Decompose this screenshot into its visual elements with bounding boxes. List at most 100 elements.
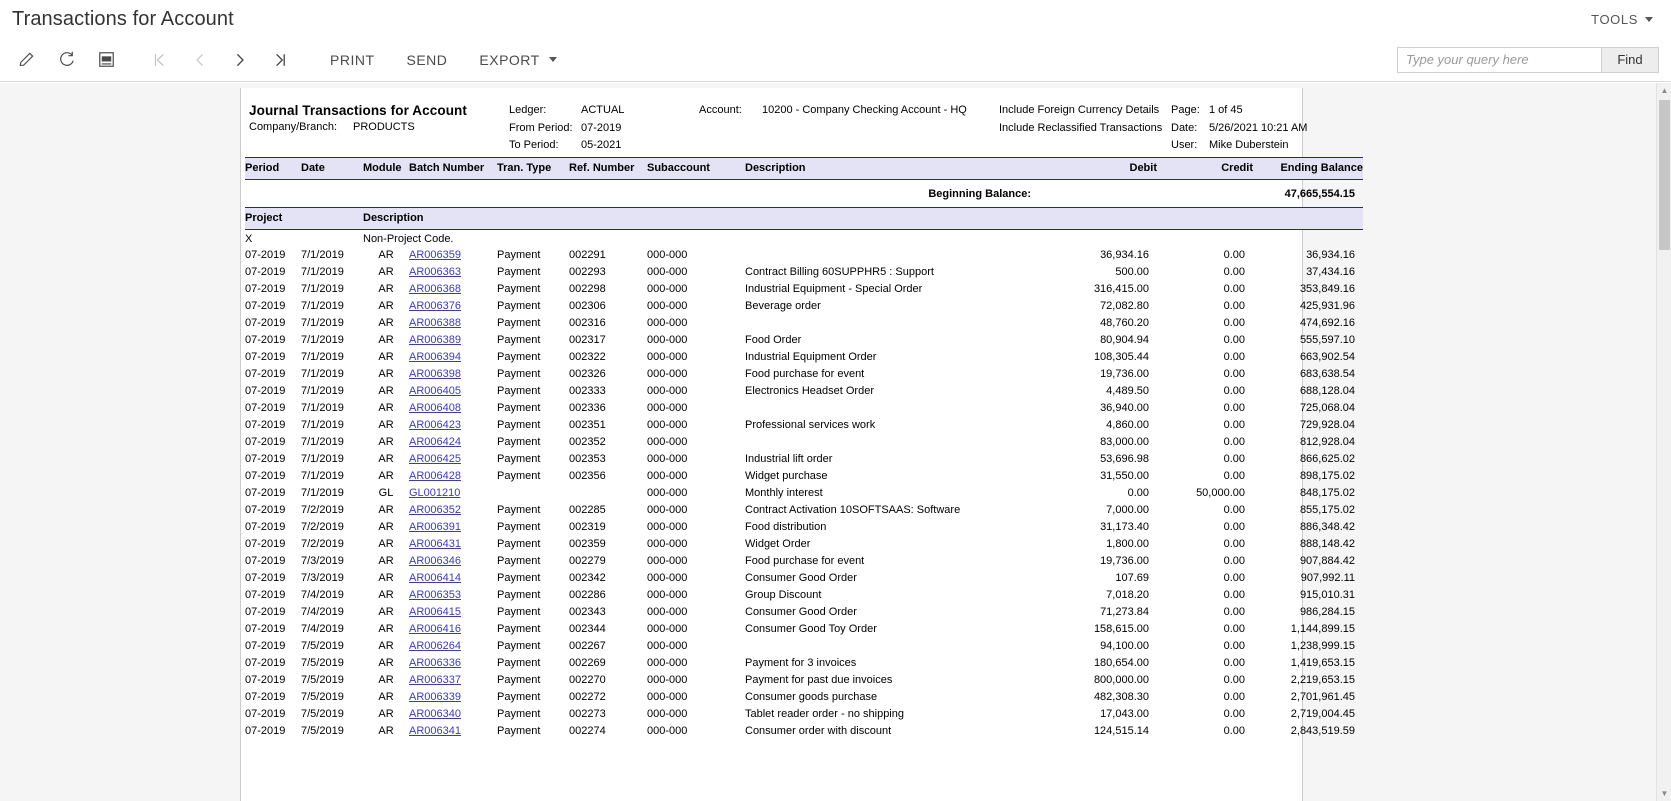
cell-ending: 907,884.42 bbox=[1299, 554, 1355, 567]
batch-number-link[interactable]: AR006424 bbox=[409, 436, 461, 448]
batch-number-link[interactable]: AR006415 bbox=[409, 606, 461, 618]
cell-date: 7/1/2019 bbox=[301, 334, 344, 347]
cell-date: 7/5/2019 bbox=[301, 639, 344, 652]
edit-pencil-icon[interactable] bbox=[6, 42, 46, 78]
cell-credit: 0.00 bbox=[1223, 639, 1245, 652]
cell-debit: 19,736.00 bbox=[1100, 554, 1149, 567]
previous-page-button[interactable] bbox=[180, 42, 220, 78]
cell-ending: 2,219,653.15 bbox=[1290, 673, 1355, 686]
cell-sub: 000-000 bbox=[647, 435, 688, 448]
cell-credit: 0.00 bbox=[1223, 317, 1245, 330]
cell-sub: 000-000 bbox=[647, 452, 688, 465]
cell-ref: 002326 bbox=[569, 367, 606, 380]
cell-ending: 36,934.16 bbox=[1306, 249, 1355, 262]
report-header-meta-block: Page: 1 of 45 Date: 5/26/2021 10:21 AM U… bbox=[1171, 102, 1307, 155]
batch-number-link[interactable]: AR006431 bbox=[409, 538, 461, 550]
batch-number-link[interactable]: AR006346 bbox=[409, 555, 461, 567]
send-button[interactable]: SEND bbox=[391, 42, 464, 78]
cell-tran: Payment bbox=[497, 537, 541, 550]
cell-tran: Payment bbox=[497, 266, 541, 279]
batch-number-link[interactable]: AR006376 bbox=[409, 300, 461, 312]
cell-ref: 002352 bbox=[569, 435, 606, 448]
user-value: Mike Duberstein bbox=[1209, 139, 1289, 151]
batch-number-link[interactable]: AR006264 bbox=[409, 640, 461, 652]
cell-ref: 002269 bbox=[569, 656, 606, 669]
batch-number-link[interactable]: AR006423 bbox=[409, 419, 461, 431]
batch-number-link[interactable]: AR006353 bbox=[409, 589, 461, 601]
batch-number-link[interactable]: AR006359 bbox=[409, 249, 461, 261]
cell-period: 07-2019 bbox=[245, 384, 286, 397]
cell-ending: 663,902.54 bbox=[1299, 351, 1355, 363]
cell-debit: 180,654.00 bbox=[1093, 656, 1149, 669]
project-col-header: Project bbox=[245, 211, 283, 224]
col-header-batch-number: Batch Number bbox=[409, 161, 485, 174]
table-row: 07-2019 7/5/2019 AR AR006264 Payment 002267 00… bbox=[245, 637, 1363, 654]
pdf-icon[interactable] bbox=[86, 42, 126, 78]
cell-date: 7/1/2019 bbox=[301, 418, 344, 431]
cell-sub: 000-000 bbox=[647, 571, 688, 584]
batch-number-link[interactable]: AR006388 bbox=[409, 317, 461, 329]
first-page-button[interactable] bbox=[140, 42, 180, 78]
batch-number-link[interactable]: AR006408 bbox=[409, 402, 461, 414]
next-page-button[interactable] bbox=[220, 42, 260, 78]
cell-period: 07-2019 bbox=[245, 334, 286, 347]
cell-debit: 124,515.14 bbox=[1093, 724, 1149, 737]
batch-number-link[interactable]: AR006337 bbox=[409, 674, 461, 686]
batch-number-link[interactable]: AR006336 bbox=[409, 657, 461, 669]
cell-debit: 4,860.00 bbox=[1106, 418, 1149, 431]
batch-number-link[interactable]: AR006428 bbox=[409, 470, 461, 482]
batch-number-link[interactable]: AR006363 bbox=[409, 266, 461, 278]
cell-module: AR bbox=[378, 639, 394, 652]
cell-ending: 688,128.04 bbox=[1299, 384, 1355, 397]
print-button[interactable]: PRINT bbox=[314, 42, 391, 78]
vertical-scrollbar[interactable]: ▲ ▼ bbox=[1656, 83, 1671, 801]
cell-date: 7/5/2019 bbox=[301, 707, 344, 720]
scroll-up-arrow-icon[interactable]: ▲ bbox=[1657, 83, 1671, 98]
batch-number-link[interactable]: AR006339 bbox=[409, 691, 461, 703]
cell-sub: 000-000 bbox=[647, 520, 688, 533]
batch-number-link[interactable]: AR006389 bbox=[409, 334, 461, 346]
report-header-account-block: Account: 10200 - Company Checking Accoun… bbox=[699, 102, 999, 120]
table-row: 07-2019 7/5/2019 AR AR006341 Payment 002274 00… bbox=[245, 722, 1363, 739]
cell-credit: 0.00 bbox=[1223, 469, 1245, 482]
batch-number-link[interactable]: AR006368 bbox=[409, 283, 461, 295]
table-row: 07-2019 7/1/2019 AR AR006428 Payment 002356 00… bbox=[245, 467, 1363, 484]
cell-batch: AR006405 bbox=[409, 382, 497, 399]
find-button[interactable]: Find bbox=[1601, 46, 1659, 73]
cell-module: AR bbox=[378, 707, 394, 720]
cell-ref: 002351 bbox=[569, 418, 606, 431]
batch-number-link[interactable]: AR006391 bbox=[409, 521, 461, 533]
cell-ending: 1,419,653.15 bbox=[1290, 656, 1355, 669]
cell-tran: Payment bbox=[497, 639, 541, 652]
cell-ref: 002298 bbox=[569, 283, 606, 296]
scroll-down-arrow-icon[interactable]: ▼ bbox=[1657, 786, 1671, 801]
batch-number-link[interactable]: AR006398 bbox=[409, 368, 461, 380]
last-page-button[interactable] bbox=[260, 42, 300, 78]
chevron-down-icon bbox=[1645, 16, 1653, 22]
cell-date: 7/3/2019 bbox=[301, 554, 344, 567]
batch-number-link[interactable]: AR006394 bbox=[409, 351, 461, 363]
cell-credit: 0.00 bbox=[1223, 605, 1245, 618]
scroll-thumb[interactable] bbox=[1659, 100, 1670, 250]
cell-batch: AR006352 bbox=[409, 501, 497, 518]
cell-batch: AR006391 bbox=[409, 518, 497, 535]
export-button[interactable]: EXPORT bbox=[463, 42, 568, 78]
batch-number-link[interactable]: AR006340 bbox=[409, 708, 461, 720]
cell-debit: 31,550.00 bbox=[1100, 469, 1149, 482]
table-row: 07-2019 7/1/2019 AR AR006425 Payment 002353 00… bbox=[245, 450, 1363, 467]
tools-menu-button[interactable]: TOOLS bbox=[1591, 12, 1657, 27]
cell-debit: 4,489.50 bbox=[1106, 384, 1149, 397]
refresh-icon[interactable] bbox=[46, 42, 86, 78]
cell-module: AR bbox=[378, 367, 394, 380]
batch-number-link[interactable]: AR006414 bbox=[409, 572, 461, 584]
batch-number-link[interactable]: AR006341 bbox=[409, 725, 461, 737]
batch-number-link[interactable]: AR006352 bbox=[409, 504, 461, 516]
table-row: 07-2019 7/3/2019 AR AR006346 Payment 002279 00… bbox=[245, 552, 1363, 569]
cell-module: AR bbox=[378, 435, 394, 448]
batch-number-link[interactable]: AR006416 bbox=[409, 623, 461, 635]
batch-number-link[interactable]: AR006405 bbox=[409, 385, 461, 397]
batch-number-link[interactable]: AR006425 bbox=[409, 453, 461, 465]
batch-number-link[interactable]: GL001210 bbox=[409, 487, 460, 499]
search-input[interactable] bbox=[1397, 46, 1601, 73]
report-header-company-block: Journal Transactions for Account Company… bbox=[249, 102, 509, 137]
